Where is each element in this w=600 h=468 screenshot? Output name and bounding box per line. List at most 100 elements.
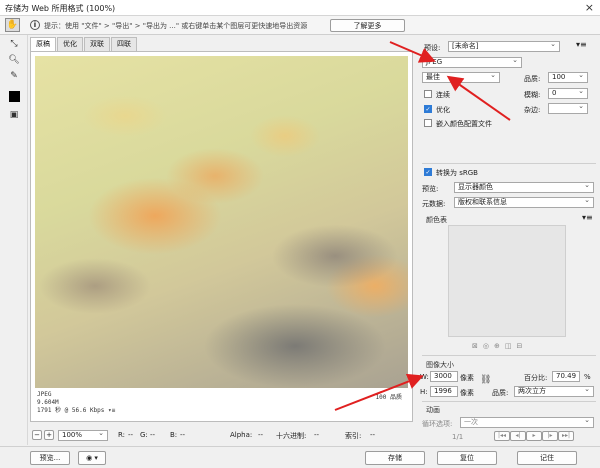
- hex-value: --: [314, 431, 320, 439]
- preview-time-row: 1791 秒 @ 56.6 Kbps ▾≡: [35, 407, 408, 415]
- link-icon[interactable]: ⛓: [480, 375, 491, 385]
- color-table[interactable]: [448, 225, 566, 337]
- preview-button[interactable]: 预览...: [30, 451, 70, 465]
- matte-label: 杂边:: [524, 106, 541, 114]
- alpha-value: --: [258, 431, 264, 439]
- preview-mode-label: 预览:: [422, 185, 439, 193]
- divider: [422, 163, 596, 164]
- convert-srgb-checkbox[interactable]: ✓: [424, 168, 432, 176]
- format-select[interactable]: JPEG: [422, 57, 522, 68]
- matte-select[interactable]: [548, 103, 588, 114]
- percent-input[interactable]: 70.49: [552, 371, 580, 382]
- zoom-out-button[interactable]: −: [32, 430, 42, 440]
- info-bar: ✋ i 提示：使用 "文件" > "导出" > "导出为 ..." 或右键单击某…: [0, 16, 600, 35]
- r-label: R:: [118, 431, 126, 439]
- eyedropper-icon[interactable]: ✎: [6, 69, 22, 83]
- frame-counter: 1/1: [452, 433, 464, 441]
- lock-color-icon[interactable]: ⊕: [494, 342, 505, 350]
- preview-size: 9.604M: [37, 399, 59, 406]
- slice-select-icon[interactable]: ⤡: [6, 37, 22, 51]
- play-button[interactable]: ▸: [526, 431, 542, 441]
- b-label: B:: [170, 431, 178, 439]
- hex-label: 十六进制:: [276, 432, 307, 440]
- metadata-select[interactable]: 版权和联系信息: [454, 197, 594, 208]
- info-icon: i: [30, 20, 40, 30]
- height-input[interactable]: 1996: [430, 386, 458, 397]
- loop-select[interactable]: 一次: [460, 417, 594, 428]
- zoom-icon[interactable]: 🔍︎: [6, 53, 22, 67]
- reset-button[interactable]: 复位: [437, 451, 497, 465]
- browser-preview-button[interactable]: ◉ ▾: [78, 451, 106, 465]
- optimized-label: 优化: [436, 106, 450, 114]
- divider: [422, 355, 596, 356]
- download-menu-icon[interactable]: ▾≡: [108, 407, 115, 414]
- color-table-menu-icon[interactable]: ▾≡: [582, 213, 593, 222]
- preview-info: JPEG 9.604M 1791 秒 @ 56.6 Kbps ▾≡ 100 品质: [35, 388, 408, 420]
- g-value: --: [150, 431, 156, 439]
- metadata-label: 元数据:: [422, 200, 446, 208]
- percent-unit: %: [584, 373, 591, 381]
- web-shift-icon[interactable]: ◎: [483, 342, 494, 350]
- height-unit: 像素: [460, 389, 474, 397]
- quality-label: 品质:: [524, 75, 541, 83]
- preset-label: 预设:: [424, 44, 441, 52]
- preview-time: 1791 秒 @ 56.6 Kbps: [37, 407, 105, 414]
- hand-tool-icon[interactable]: ✋: [5, 18, 20, 32]
- tab-optimized[interactable]: 优化: [57, 37, 83, 51]
- color-table-title: 颜色表: [426, 216, 447, 224]
- tab-2up[interactable]: 双联: [84, 37, 110, 51]
- delete-color-icon[interactable]: ⊟: [516, 342, 527, 350]
- close-icon[interactable]: ×: [585, 1, 594, 14]
- last-frame-button[interactable]: ▸▸|: [558, 431, 574, 441]
- image-size-title: 图像大小: [426, 361, 454, 369]
- embed-profile-checkbox[interactable]: [424, 119, 432, 127]
- loop-label: 循环选项:: [422, 420, 453, 428]
- width-input[interactable]: 3000: [430, 371, 458, 382]
- b-value: --: [180, 431, 186, 439]
- title-bar: 存储为 Web 所用格式 (100%) ×: [0, 0, 600, 16]
- progressive-checkbox[interactable]: [424, 90, 432, 98]
- tab-original[interactable]: 原稿: [30, 37, 56, 51]
- settings-panel: 预设: [未命名] ▾≡ JPEG 最佳 品质: 100 连续 模糊: 0 ✓ …: [418, 35, 600, 445]
- animation-controls: |◂◂ ◂| ▸ |▸ ▸▸|: [494, 431, 574, 441]
- index-label: 索引:: [345, 432, 362, 440]
- preview-quality: 100 品质: [375, 394, 402, 401]
- blur-label: 模糊:: [524, 91, 541, 99]
- slice-visibility-icon[interactable]: ▣: [6, 108, 22, 122]
- preview-mode-select[interactable]: 显示器颜色: [454, 182, 594, 193]
- settings-menu-icon[interactable]: ▾≡: [576, 40, 587, 49]
- tab-4up[interactable]: 四联: [111, 37, 137, 51]
- remember-button[interactable]: 记住: [517, 451, 577, 465]
- embed-profile-label: 嵌入颜色配置文件: [436, 120, 492, 128]
- preview-format: JPEG: [37, 391, 52, 398]
- quality-preset-select[interactable]: 最佳: [422, 72, 500, 83]
- prev-frame-button[interactable]: ◂|: [510, 431, 526, 441]
- status-bar: − + 100% R: -- G: -- B: -- Alpha: -- 十六进…: [30, 430, 413, 443]
- learn-more-button[interactable]: 了解更多: [330, 19, 405, 32]
- save-button[interactable]: 存储: [365, 451, 425, 465]
- next-frame-button[interactable]: |▸: [542, 431, 558, 441]
- width-label: W:: [420, 373, 429, 381]
- resample-select[interactable]: 两次立方: [514, 386, 594, 397]
- zoom-in-button[interactable]: +: [44, 430, 54, 440]
- quality-input[interactable]: 100: [548, 72, 588, 83]
- divider: [422, 401, 596, 402]
- footer: 预览... ◉ ▾ 存储 复位 记住: [0, 446, 600, 468]
- new-color-icon[interactable]: ◫: [505, 342, 517, 350]
- progressive-label: 连续: [436, 91, 450, 99]
- blur-input[interactable]: 0: [548, 88, 588, 99]
- g-label: G:: [140, 431, 148, 439]
- animation-title: 动画: [426, 406, 440, 414]
- convert-srgb-label: 转换为 sRGB: [436, 169, 478, 177]
- height-label: H:: [420, 388, 428, 396]
- preset-select[interactable]: [未命名]: [448, 41, 560, 52]
- alpha-label: Alpha:: [230, 431, 253, 439]
- preview-image[interactable]: [35, 56, 408, 388]
- first-frame-button[interactable]: |◂◂: [494, 431, 510, 441]
- map-transparent-icon[interactable]: ⊠: [472, 342, 483, 350]
- optimized-checkbox[interactable]: ✓: [424, 105, 432, 113]
- color-table-tools: ⊠◎⊕◫⊟: [472, 342, 527, 350]
- zoom-select[interactable]: 100%: [58, 430, 108, 441]
- eyedropper-color-swatch[interactable]: [9, 91, 20, 102]
- resample-label: 品质:: [492, 389, 509, 397]
